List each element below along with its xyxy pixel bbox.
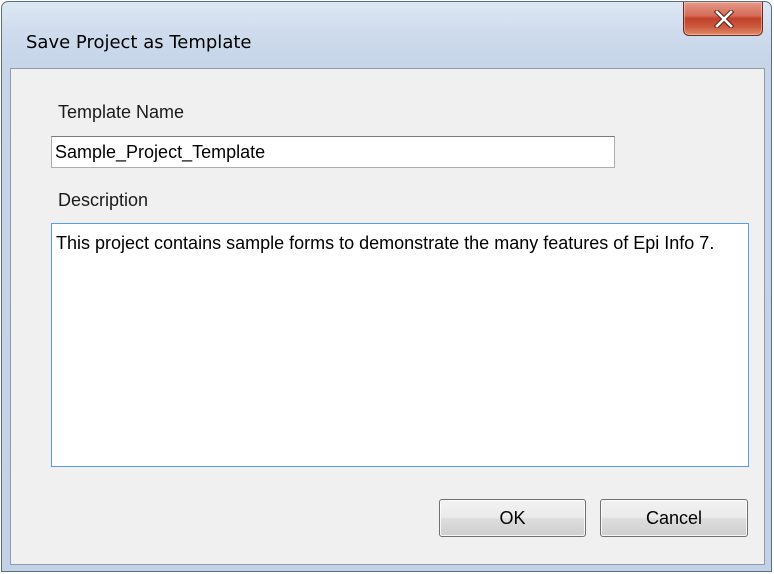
window-title: Save Project as Template [26,32,252,53]
close-icon [714,10,734,28]
template-name-input[interactable] [51,136,615,168]
cancel-button[interactable]: Cancel [600,499,748,537]
title-bar[interactable]: Save Project as Template [2,2,771,68]
ok-button[interactable]: OK [439,499,586,537]
dialog-window: Save Project as Template Template Name D… [1,1,772,572]
dialog-client-area: Template Name Description This project c… [10,68,765,565]
description-textarea[interactable]: This project contains sample forms to de… [51,223,749,467]
template-name-label: Template Name [58,102,185,122]
close-button[interactable] [683,2,763,36]
description-label: Description [58,190,149,210]
